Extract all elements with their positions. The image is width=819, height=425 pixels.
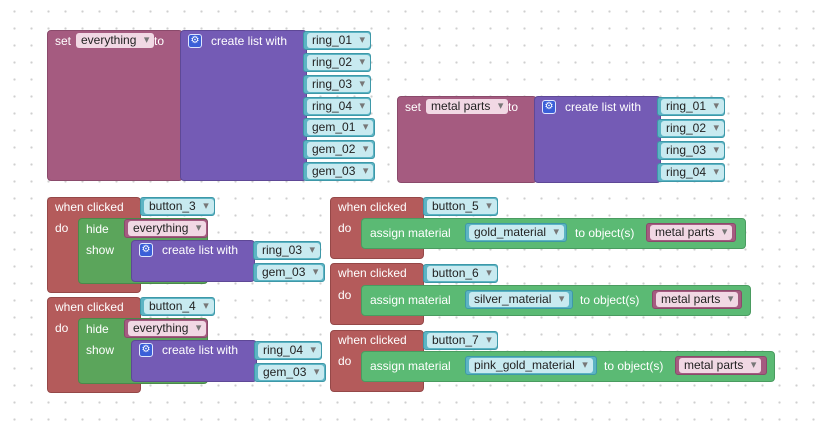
to-objects-label: to object(s) (604, 359, 664, 373)
variable-dropdown-everything[interactable]: everything (76, 33, 155, 48)
button-dropdown[interactable]: button_6 (427, 266, 497, 281)
item-dropdown[interactable]: ring_01 (661, 99, 725, 114)
when-clicked-label: when clicked (55, 200, 124, 214)
do-keyword: do (338, 354, 352, 368)
item-dropdown[interactable]: gem_03 (258, 365, 325, 380)
variable-dropdown-metal-parts[interactable]: metal parts (650, 225, 733, 240)
to-objects-label: to object(s) (580, 293, 640, 307)
item-dropdown[interactable]: ring_01 (307, 33, 371, 48)
button-dropdown[interactable]: button_5 (427, 199, 497, 214)
variable-dropdown-everything[interactable]: everything (128, 321, 207, 336)
when-clicked-label: when clicked (338, 333, 407, 347)
do-keyword: do (338, 288, 352, 302)
create-list-label: create list with (162, 243, 239, 257)
show-keyword: show (86, 243, 115, 257)
hide-keyword: hide (86, 222, 109, 236)
create-list-label: create list with (211, 34, 288, 48)
to-keyword: to (154, 34, 165, 48)
item-dropdown[interactable]: ring_04 (258, 343, 322, 358)
to-keyword: to (508, 100, 519, 114)
gear-icon[interactable]: ⚙ (542, 100, 556, 114)
item-dropdown[interactable]: ring_02 (307, 55, 371, 70)
when-clicked-label: when clicked (338, 200, 407, 214)
when-clicked-label: when clicked (338, 266, 407, 280)
do-keyword: do (55, 321, 69, 335)
gear-icon[interactable]: ⚙ (139, 243, 153, 257)
variable-dropdown-metal-parts[interactable]: metal parts (679, 358, 762, 373)
item-dropdown[interactable]: ring_03 (307, 77, 371, 92)
assign-material-label: assign material (370, 359, 451, 373)
item-dropdown[interactable]: ring_04 (307, 99, 371, 114)
material-dropdown[interactable]: gold_material (469, 225, 565, 240)
gear-icon[interactable]: ⚙ (188, 34, 202, 48)
button-dropdown[interactable]: button_3 (144, 199, 214, 214)
hide-keyword: hide (86, 322, 109, 336)
do-keyword: do (55, 221, 69, 235)
item-dropdown[interactable]: gem_02 (307, 142, 374, 157)
set-keyword: set (405, 100, 422, 114)
when-clicked-label: when clicked (55, 300, 124, 314)
assign-material-label: assign material (370, 293, 451, 307)
item-dropdown[interactable]: ring_04 (661, 165, 725, 180)
item-dropdown[interactable]: gem_03 (307, 164, 374, 179)
item-dropdown[interactable]: ring_03 (257, 243, 321, 258)
assign-material-label: assign material (370, 226, 451, 240)
do-keyword: do (338, 221, 352, 235)
blocks-workspace[interactable]: set everything to ⚙ create list with rin… (0, 0, 819, 425)
button-dropdown[interactable]: button_4 (144, 299, 214, 314)
material-dropdown[interactable]: pink_gold_material (469, 358, 593, 373)
material-dropdown[interactable]: silver_material (469, 292, 570, 307)
create-list-label: create list with (565, 100, 642, 114)
item-dropdown[interactable]: ring_02 (661, 121, 725, 136)
to-objects-label: to object(s) (575, 226, 635, 240)
item-dropdown[interactable]: ring_03 (661, 143, 725, 158)
variable-dropdown-metal-parts[interactable]: metal parts (656, 292, 739, 307)
item-dropdown[interactable]: gem_01 (307, 120, 374, 135)
show-keyword: show (86, 343, 115, 357)
variable-dropdown-metal-parts[interactable]: metal parts (426, 99, 509, 114)
variable-dropdown-everything[interactable]: everything (128, 221, 207, 236)
set-variable-block[interactable] (47, 30, 183, 181)
create-list-block[interactable] (180, 30, 307, 181)
gear-icon[interactable]: ⚙ (139, 343, 153, 357)
button-dropdown[interactable]: button_7 (427, 333, 497, 348)
create-list-label: create list with (162, 343, 239, 357)
item-dropdown[interactable]: gem_03 (257, 265, 324, 280)
set-keyword: set (55, 34, 72, 48)
